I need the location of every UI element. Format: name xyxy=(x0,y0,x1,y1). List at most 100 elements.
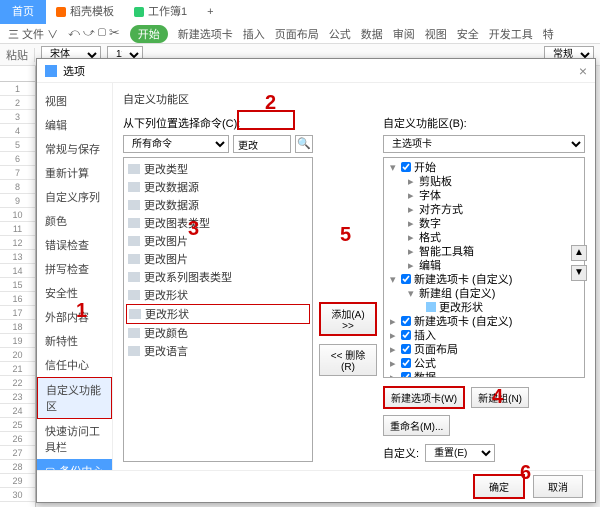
list-item[interactable]: 更改形状 xyxy=(126,286,310,304)
expand-icon[interactable]: ▸ xyxy=(408,189,416,202)
sidebar-item[interactable]: 重新计算 xyxy=(37,161,112,185)
collapse-icon[interactable]: ▾ xyxy=(390,161,398,174)
paste-button[interactable]: 粘贴 xyxy=(6,47,28,63)
row-header[interactable]: 21 xyxy=(0,362,35,376)
sidebar-item[interactable]: 常规与保存 xyxy=(37,137,112,161)
sidebar-item-customize-ribbon[interactable]: 自定义功能区 xyxy=(37,377,112,419)
sidebar-item[interactable]: 新特性 xyxy=(37,329,112,353)
row-header[interactable]: 8 xyxy=(0,180,35,194)
qat-icons[interactable]: ⤺ ⤻ ▢ ✂ xyxy=(68,27,120,40)
row-header[interactable]: 1 xyxy=(0,82,35,96)
row-header[interactable]: 14 xyxy=(0,264,35,278)
expand-icon[interactable]: ▸ xyxy=(390,315,398,328)
list-item[interactable]: 更改类型 xyxy=(126,160,310,178)
row-header[interactable]: 2 xyxy=(0,96,35,110)
row-header[interactable]: 13 xyxy=(0,250,35,264)
row-header[interactable]: 28 xyxy=(0,460,35,474)
row-header[interactable]: 4 xyxy=(0,124,35,138)
expand-icon[interactable]: ▸ xyxy=(390,357,398,370)
tab-template[interactable]: 稻壳模板 xyxy=(46,0,124,24)
sidebar-item[interactable]: 安全性 xyxy=(37,281,112,305)
list-item[interactable]: 更改语言 xyxy=(126,342,310,360)
close-icon[interactable]: × xyxy=(579,63,587,79)
sidebar-item[interactable]: 自定义序列 xyxy=(37,185,112,209)
tree-checkbox[interactable] xyxy=(401,162,411,172)
sidebar-item[interactable]: 外部内容 xyxy=(37,305,112,329)
row-header[interactable]: 27 xyxy=(0,446,35,460)
collapse-icon[interactable]: ▾ xyxy=(390,273,398,286)
ribbon-tab[interactable]: 视图 xyxy=(425,26,447,42)
list-item[interactable]: 更改颜色 xyxy=(126,324,310,342)
expand-icon[interactable]: ▸ xyxy=(408,245,416,258)
list-item-selected[interactable]: 更改形状 xyxy=(126,304,310,324)
move-down-button[interactable]: ▼ xyxy=(571,265,587,281)
reset-select[interactable]: 重置(E) xyxy=(425,444,495,462)
row-header[interactable]: 23 xyxy=(0,390,35,404)
list-item[interactable]: 更改图表类型 xyxy=(126,214,310,232)
expand-icon[interactable]: ▸ xyxy=(390,343,398,356)
ok-button[interactable]: 确定 xyxy=(473,474,525,499)
row-header[interactable]: 11 xyxy=(0,222,35,236)
cancel-button[interactable]: 取消 xyxy=(533,475,583,498)
row-header[interactable]: 29 xyxy=(0,474,35,488)
sidebar-item[interactable]: 拼写检查 xyxy=(37,257,112,281)
row-header[interactable]: 5 xyxy=(0,138,35,152)
file-menu[interactable]: 三 文件 ∨ xyxy=(8,26,58,42)
row-header[interactable]: 7 xyxy=(0,166,35,180)
expand-icon[interactable]: ▸ xyxy=(408,259,416,272)
row-header[interactable]: 3 xyxy=(0,110,35,124)
ribbon-tab[interactable]: 审阅 xyxy=(393,26,415,42)
collapse-icon[interactable]: ▾ xyxy=(408,287,416,300)
ribbon-tab[interactable]: 安全 xyxy=(457,26,479,42)
row-header[interactable]: 12 xyxy=(0,236,35,250)
tab-workbook[interactable]: 工作簿1 xyxy=(124,0,197,24)
list-item[interactable]: 更改数据源 xyxy=(126,178,310,196)
ribbon-tree[interactable]: ▾开始 ▸剪贴板 ▸字体 ▸对齐方式 ▸数字 ▸格式 ▸智能工具箱 ▸编辑 xyxy=(383,157,585,378)
row-header[interactable]: 22 xyxy=(0,376,35,390)
row-header[interactable]: 9 xyxy=(0,194,35,208)
row-header[interactable]: 25 xyxy=(0,418,35,432)
commands-list[interactable]: 更改类型 更改数据源 更改数据源 更改图表类型 更改图片 更改图片 更改系列图表… xyxy=(123,157,313,462)
row-header[interactable]: 19 xyxy=(0,334,35,348)
row-header[interactable]: 16 xyxy=(0,292,35,306)
ribbon-tab[interactable]: 插入 xyxy=(243,26,265,42)
tree-checkbox[interactable] xyxy=(401,330,411,340)
ribbon-tab[interactable]: 开发工具 xyxy=(489,26,533,42)
remove-button[interactable]: << 删除(R) xyxy=(319,344,377,376)
list-item[interactable]: 更改系列图表类型 xyxy=(126,268,310,286)
ribbon-tab[interactable]: 特 xyxy=(543,26,554,42)
row-header[interactable]: 18 xyxy=(0,320,35,334)
sidebar-item[interactable]: 快速访问工具栏 xyxy=(37,419,112,459)
row-header[interactable]: 15 xyxy=(0,278,35,292)
ribbon-tab[interactable]: 数据 xyxy=(361,26,383,42)
new-group-button[interactable]: 新建组(N) xyxy=(471,387,529,408)
ribbon-tab[interactable]: 新建选项卡 xyxy=(178,26,233,42)
rename-button[interactable]: 重命名(M)... xyxy=(383,415,450,436)
expand-icon[interactable]: ▸ xyxy=(408,203,416,216)
tree-checkbox[interactable] xyxy=(401,316,411,326)
row-header[interactable]: 30 xyxy=(0,488,35,502)
expand-icon[interactable]: ▸ xyxy=(408,231,416,244)
tree-checkbox[interactable] xyxy=(401,274,411,284)
list-item[interactable]: 更改图片 xyxy=(126,250,310,268)
sidebar-item[interactable]: 颜色 xyxy=(37,209,112,233)
tree-checkbox[interactable] xyxy=(401,372,411,378)
tree-checkbox[interactable] xyxy=(401,358,411,368)
sidebar-item[interactable]: 编辑 xyxy=(37,113,112,137)
new-tab-button[interactable]: 新建选项卡(W) xyxy=(383,386,465,409)
row-header[interactable]: 6 xyxy=(0,152,35,166)
expand-icon[interactable]: ▸ xyxy=(390,329,398,342)
row-header[interactable]: 17 xyxy=(0,306,35,320)
ribbon-tab-start[interactable]: 开始 xyxy=(130,25,168,43)
row-header[interactable]: 24 xyxy=(0,404,35,418)
list-item[interactable]: 更改图片 xyxy=(126,232,310,250)
expand-icon[interactable]: ▸ xyxy=(408,217,416,230)
row-header[interactable]: 20 xyxy=(0,348,35,362)
expand-icon[interactable]: ▸ xyxy=(408,175,416,188)
commands-source-select[interactable]: 所有命令 xyxy=(123,135,229,153)
search-icon[interactable]: 🔍 xyxy=(295,135,313,153)
tab-add[interactable]: + xyxy=(197,0,223,24)
sidebar-item[interactable]: 视图 xyxy=(37,89,112,113)
row-header[interactable]: 10 xyxy=(0,208,35,222)
backup-center[interactable]: ▢备份中心 xyxy=(37,459,112,470)
